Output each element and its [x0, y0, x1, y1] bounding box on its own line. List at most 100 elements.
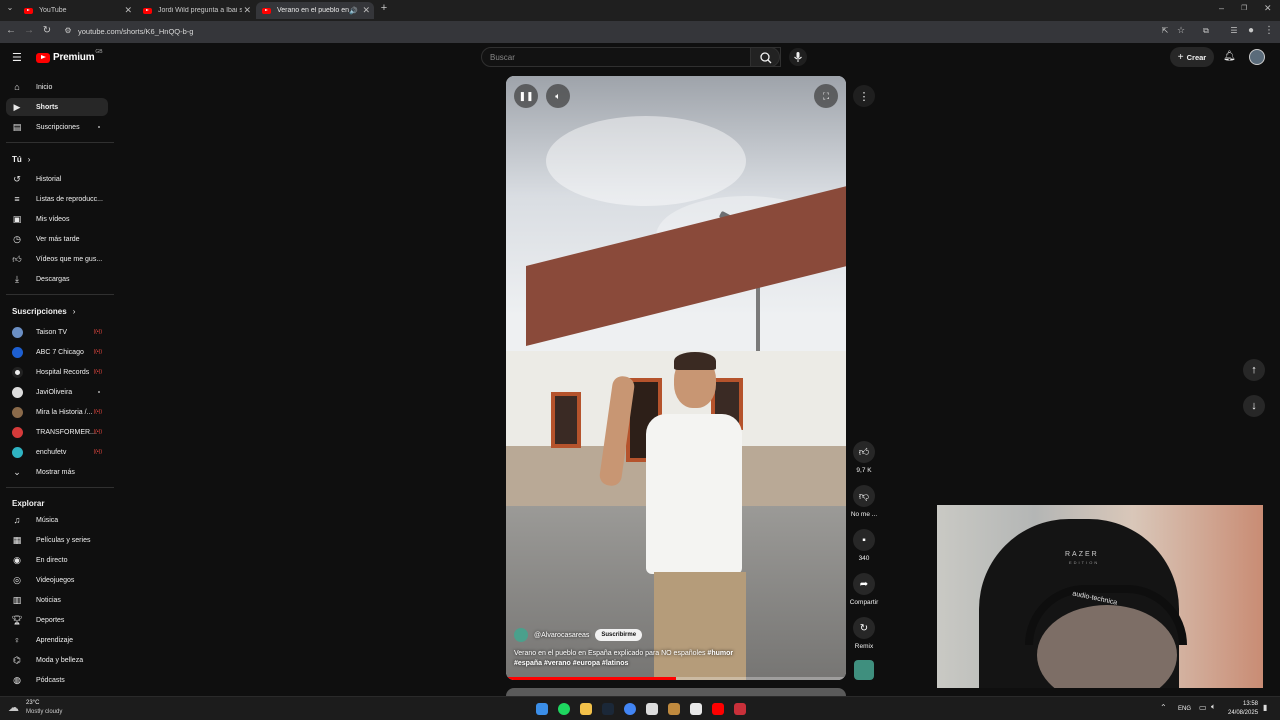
sidebar-item-learning[interactable]: ♀ Aprendizaje [6, 631, 108, 649]
browser-tab-jordi[interactable]: Jordi Wild pregunta a Ibai si es ✕ [137, 2, 255, 19]
hashtag-links[interactable]: #españa #verano #europa #latinos [514, 660, 628, 667]
fullscreen-button[interactable]: ⛶ [814, 84, 838, 108]
app-icon[interactable] [646, 703, 658, 715]
sidebar-item-liked-videos[interactable]: 👍︎ Vídeos que me gus... [6, 250, 108, 268]
next-short-preview[interactable] [506, 688, 846, 696]
sidebar-item-downloads[interactable]: ⤓ Descargas [6, 270, 108, 288]
browser-tab-active[interactable]: Verano en el pueblo en Esp 🔊 ✕ [256, 2, 374, 19]
spotify-icon[interactable] [558, 703, 570, 715]
sidebar-channel-taison-tv[interactable]: Taison TV ((•)) [6, 323, 108, 341]
like-button[interactable]: 👍︎ 9,7 K [848, 441, 880, 474]
search-button[interactable] [750, 47, 780, 67]
network-icon[interactable]: ▭ [1199, 703, 1207, 712]
sidebar-channel-hospital-records[interactable]: Hospital Records ((•)) [6, 363, 108, 381]
create-button[interactable]: + Crear [1170, 47, 1214, 67]
weather-temperature[interactable]: 23°C [26, 700, 39, 706]
new-tab-icon[interactable]: + [377, 2, 391, 14]
speaker-icon[interactable]: 🔈︎ [1211, 702, 1216, 712]
chrome-icon[interactable] [624, 703, 636, 715]
store-icon[interactable] [690, 703, 702, 715]
short-video-player[interactable]: ❚❚ 🔈︎ ⛶ @Alvarocasareas Suscribirme Vera… [506, 76, 846, 680]
show-more-button[interactable]: ⌄ Mostrar más [6, 463, 108, 481]
previous-short-button[interactable]: ↑ [1243, 359, 1265, 381]
channel-handle[interactable]: @Alvarocasareas [534, 632, 589, 639]
subscriptions-section-header[interactable]: Suscripciones › [12, 307, 75, 316]
restore-icon[interactable]: ❐ [1241, 4, 1247, 12]
hashtag-link[interactable]: #humor [707, 650, 733, 657]
file-explorer-icon[interactable] [580, 703, 592, 715]
site-info-icon[interactable]: ⚙ [61, 26, 75, 35]
search-input[interactable]: Buscar [481, 47, 781, 67]
open-in-app-icon[interactable]: ⇱ [1158, 26, 1172, 35]
reload-icon[interactable]: ↻ [40, 25, 54, 36]
app-icon[interactable] [668, 703, 680, 715]
back-icon[interactable]: ← [4, 25, 18, 36]
next-short-button[interactable]: ↓ [1243, 395, 1265, 417]
sidebar-item-playlists[interactable]: ≡ Listas de reproducc... [6, 190, 108, 208]
sidebar-item-home[interactable]: ⌂ Inicio [6, 78, 108, 96]
youtube-premium-logo[interactable]: Premium GB [36, 49, 103, 63]
sidebar-item-news[interactable]: ▥ Noticias [6, 591, 108, 609]
sidebar-item-watch-later[interactable]: ◷ Ver más tarde [6, 230, 108, 248]
sidebar-channel-mira-la-historia[interactable]: Mira la Historia /... ((•)) [6, 403, 108, 421]
browser-menu-icon[interactable]: ⋮ [1262, 25, 1276, 36]
chevron-up-icon[interactable]: ⌃ [1160, 703, 1167, 712]
steam-icon[interactable] [602, 703, 614, 715]
share-button[interactable]: ➦ Compartir [848, 573, 880, 606]
notifications-bell-icon[interactable]: 🔔︎ [1223, 51, 1236, 62]
dislike-button[interactable]: 👎︎ No me ... [848, 485, 880, 518]
sidebar-item-subscriptions[interactable]: ▤ Suscripciones [6, 118, 108, 136]
sidebar-item-gaming[interactable]: ◎ Videojuegos [6, 571, 108, 589]
sidebar-item-shorts[interactable]: ▶ Shorts [6, 98, 108, 116]
sidebar-item-history[interactable]: ↺ Historial [6, 170, 108, 188]
tab-search-icon[interactable]: ⌄ [3, 3, 17, 12]
profile-icon[interactable]: ● [1244, 25, 1258, 36]
sidebar-item-podcasts[interactable]: ◍ Pódcasts [6, 671, 108, 689]
app-icon[interactable] [734, 703, 746, 715]
comments-button[interactable]: ▪ 340 [848, 529, 880, 562]
url-field[interactable]: youtube.com/shorts/K6_HnQQ-b-g [78, 27, 193, 36]
weather-condition[interactable]: Mostly cloudy [26, 709, 62, 715]
hamburger-menu-icon[interactable]: ☰ [12, 51, 22, 64]
sidebar-channel-transformers[interactable]: TRANSFORMER... ((•)) [6, 423, 108, 441]
youtube-app-icon[interactable] [712, 703, 724, 715]
minimize-icon[interactable]: – [1219, 3, 1224, 13]
browser-tab-youtube[interactable]: YouTube ✕ [18, 2, 136, 19]
video-progress-bar[interactable] [506, 677, 846, 680]
sidebar-item-fashion[interactable]: ⌬ Moda y belleza [6, 651, 108, 669]
channel-avatar[interactable] [514, 628, 528, 642]
volume-button[interactable]: 🔈︎ [546, 84, 570, 108]
sidebar-item-live[interactable]: ◉ En directo [6, 551, 108, 569]
sidebar-item-music[interactable]: ♫ Música [6, 511, 108, 529]
sidebar-channel-abc7[interactable]: ABC 7 Chicago ((•)) [6, 343, 108, 361]
you-section-header[interactable]: Tú › [12, 155, 30, 164]
video-progress-fill [506, 677, 676, 680]
sidebar-channel-enchufetv[interactable]: enchufetv ((•)) [6, 443, 108, 461]
clock-time[interactable]: 13:58 [1243, 701, 1258, 707]
language-indicator[interactable]: ENG [1178, 706, 1191, 712]
voice-search-button[interactable] [789, 48, 807, 66]
forward-icon[interactable]: → [22, 25, 36, 36]
weather-cloud-icon[interactable]: ☁ [8, 701, 19, 714]
close-tab-icon[interactable]: ✕ [362, 5, 370, 16]
notification-center-icon[interactable]: ▮ [1263, 703, 1267, 712]
bookmark-star-icon[interactable]: ☆ [1174, 25, 1188, 36]
audio-source-avatar[interactable] [854, 660, 874, 680]
audio-playing-icon[interactable]: 🔊 [349, 7, 358, 15]
pause-button[interactable]: ❚❚ [514, 84, 538, 108]
more-options-button[interactable]: ⋮ [853, 85, 875, 107]
account-avatar[interactable] [1249, 49, 1265, 65]
windows-start-icon[interactable] [536, 703, 548, 715]
sidebar-item-my-videos[interactable]: ▣ Mis vídeos [6, 210, 108, 228]
sidebar-channel-javioliveira[interactable]: JaviOliveira [6, 383, 108, 401]
remix-button[interactable]: ↻ Remix [848, 617, 880, 650]
clock-date[interactable]: 24/08/2025 [1228, 710, 1258, 716]
close-tab-icon[interactable]: ✕ [124, 5, 132, 16]
close-window-icon[interactable]: ✕ [1264, 3, 1272, 14]
sidebar-item-sports[interactable]: 🏆︎ Deportes [6, 611, 108, 629]
sidebar-item-movies[interactable]: ▦ Películas y series [6, 531, 108, 549]
tab-groups-icon[interactable]: ☰ [1227, 26, 1241, 35]
close-tab-icon[interactable]: ✕ [243, 5, 251, 16]
extensions-icon[interactable]: ⧉ [1199, 26, 1213, 36]
subscribe-button[interactable]: Suscribirme [595, 629, 643, 641]
